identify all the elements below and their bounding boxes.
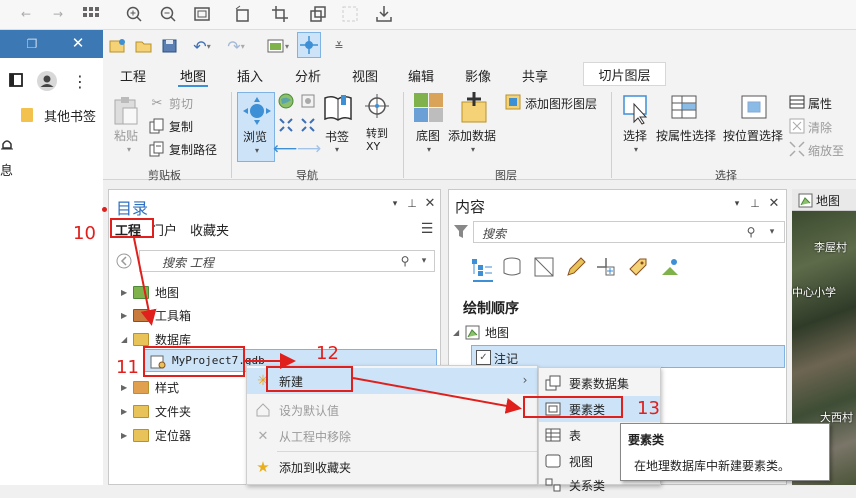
annotation-arrow (133, 237, 157, 326)
annotation-arrows (133, 237, 522, 414)
annotation-arrow (352, 377, 522, 414)
